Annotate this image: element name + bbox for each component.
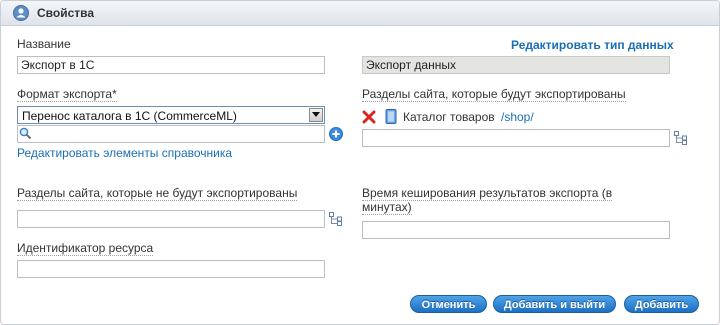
add-item-icon[interactable] [329, 127, 343, 144]
section-name: Каталог товаров [403, 110, 495, 124]
panel-title: Свойства [37, 6, 95, 20]
add-button[interactable]: Добавить [624, 295, 699, 313]
export-format-label: Формат экспорта* [17, 87, 117, 102]
edit-data-type-link[interactable]: Редактировать тип данных [511, 38, 674, 52]
exported-sections-input[interactable] [362, 129, 670, 147]
required-mark: * [112, 87, 117, 101]
not-exported-sections-input[interactable] [17, 210, 325, 228]
cancel-button[interactable]: Отменить [410, 295, 487, 313]
name-label: Название [17, 37, 71, 51]
edit-directory-link[interactable]: Редактировать элементы справочника [17, 146, 232, 160]
properties-panel: Свойства Название Формат экспорта* Перен… [0, 0, 720, 325]
export-format-selected: Перенос каталога в 1С (CommerceML) [22, 109, 237, 123]
resource-id-label: Идентификатор ресурса [17, 241, 154, 256]
tree-select-icon[interactable] [329, 212, 343, 229]
not-exported-sections-label: Разделы сайта, которые не будут экспорти… [17, 186, 298, 201]
search-icon [19, 127, 32, 143]
tree-select-icon[interactable] [674, 131, 688, 148]
export-format-select[interactable]: Перенос каталога в 1С (CommerceML) [17, 106, 325, 124]
name-input[interactable] [17, 56, 325, 74]
export-format-search-input[interactable] [17, 125, 325, 143]
add-and-exit-button[interactable]: Добавить и выйти [493, 295, 616, 313]
resource-id-input[interactable] [17, 260, 325, 278]
panel-header: Свойства [1, 1, 719, 26]
chevron-down-icon[interactable] [309, 108, 323, 122]
cache-time-label: Время кеширования результатов экспорта (… [362, 186, 613, 215]
cache-time-input[interactable] [362, 221, 670, 239]
section-icon [385, 109, 397, 127]
user-icon [13, 5, 29, 21]
exported-sections-label: Разделы сайта, которые будут экспортиров… [362, 87, 626, 102]
section-path-link[interactable]: /shop/ [501, 110, 534, 124]
data-type-field [362, 56, 670, 74]
delete-icon[interactable] [362, 110, 376, 127]
